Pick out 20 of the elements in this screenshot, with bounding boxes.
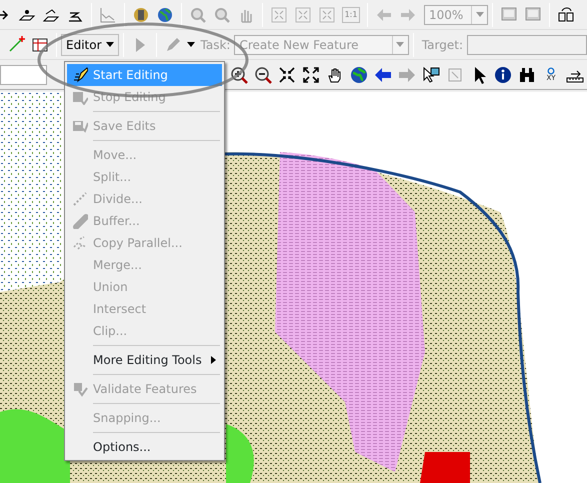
scale-combo[interactable] [0, 64, 47, 84]
dotted-line-icon [72, 191, 88, 207]
dashed-lines-icon [72, 235, 88, 251]
dropdown-caret-icon [396, 42, 404, 47]
menu-item[interactable]: Start Editing [67, 64, 222, 86]
target-label: Target: [420, 36, 464, 54]
pencil-note-icon [72, 67, 88, 83]
target-icon [547, 67, 555, 75]
caret-icon [106, 42, 114, 47]
menu-item[interactable]: Options... [67, 436, 222, 458]
square-check-icon [72, 381, 88, 397]
dropdown-caret-icon [476, 12, 484, 17]
bar-icon [72, 213, 88, 229]
editor-button[interactable]: Editor [61, 34, 119, 56]
scale-button[interactable]: 1:1 [342, 6, 360, 22]
disk-check-icon [72, 118, 88, 134]
square-check-icon [72, 89, 88, 105]
menu-item[interactable]: More Editing Tools [67, 349, 222, 371]
task-label: Task: [200, 36, 232, 54]
submenu-arrow-icon [211, 356, 216, 364]
